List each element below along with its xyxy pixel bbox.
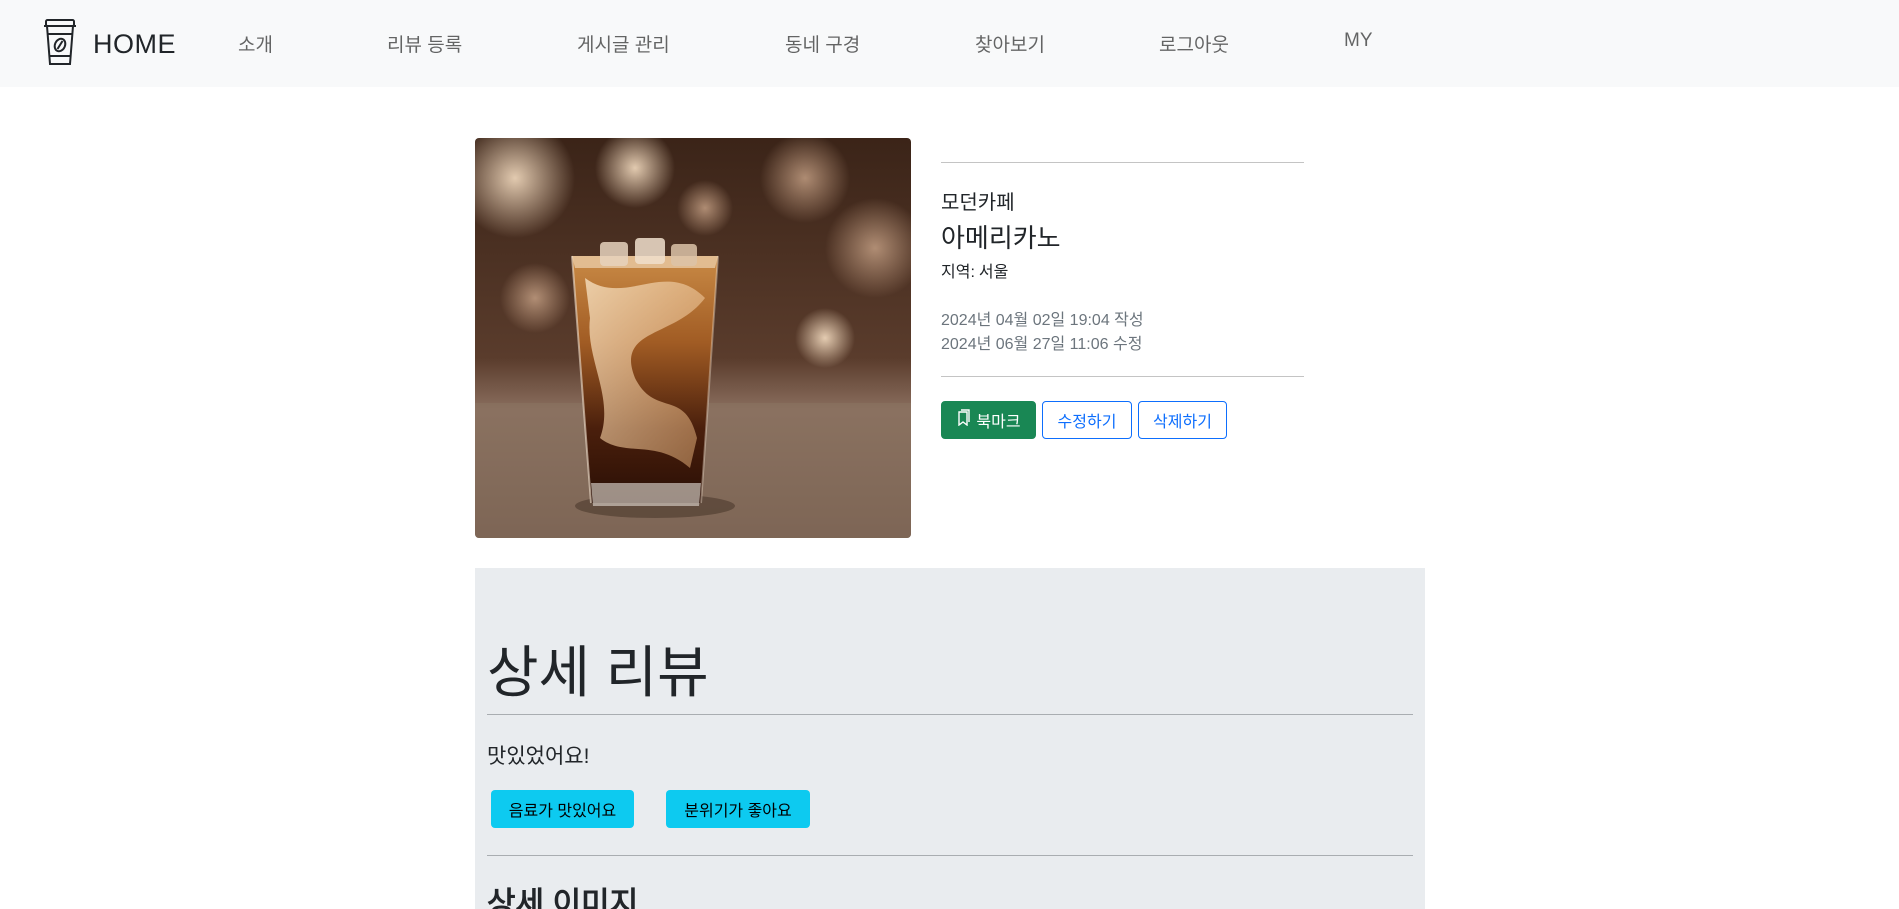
nav-link-explore[interactable]: 찾아보기 [975, 30, 1045, 57]
review-divider [487, 714, 1413, 715]
home-link[interactable]: HOME [43, 18, 176, 71]
nav-link-post-manage[interactable]: 게시글 관리 [577, 30, 670, 57]
bookmark-button[interactable]: 북마크 [941, 401, 1036, 439]
nav-link-neighborhood[interactable]: 동네 구경 [785, 30, 860, 57]
review-tag: 분위기가 좋아요 [666, 790, 810, 828]
modified-date: 2024년 06월 27일 11:06 수정 [941, 336, 1143, 353]
review-tag: 음료가 맛있어요 [491, 790, 634, 828]
bookmark-icon [956, 409, 976, 431]
region-label: 지역: [941, 264, 975, 281]
menu-name: 아메리카노 [941, 223, 1061, 253]
bookmark-label: 북마크 [976, 414, 1021, 431]
region: 지역: 서울 [941, 258, 1008, 282]
top-navbar: HOME 소개 리뷰 등록 게시글 관리 동네 구경 찾아보기 로그아웃 MY [0, 0, 1899, 87]
nav-link-review-register[interactable]: 리뷰 등록 [387, 30, 462, 57]
detail-images-title: 상세 이미지 [487, 886, 639, 909]
detail-images-divider [487, 855, 1413, 856]
nav-link-about[interactable]: 소개 [238, 30, 273, 57]
created-date: 2024년 04월 02일 19:04 작성 [941, 312, 1144, 329]
review-text: 맛있었어요! [487, 745, 590, 768]
review-panel: 상세 리뷰 맛있었어요! 음료가 맛있어요 분위기가 좋아요 상세 이미지 [475, 568, 1425, 909]
store-name: 모던카페 [941, 192, 1015, 214]
product-image [475, 138, 911, 538]
edit-button[interactable]: 수정하기 [1042, 401, 1132, 439]
coffee-cup-icon [43, 18, 77, 71]
info-divider-bottom [941, 376, 1304, 377]
brand-label: HOME [93, 28, 176, 59]
region-value: 서울 [978, 264, 1009, 281]
delete-button[interactable]: 삭제하기 [1138, 401, 1227, 439]
nav-link-my[interactable]: MY [1344, 30, 1373, 52]
nav-link-logout[interactable]: 로그아웃 [1159, 30, 1229, 57]
review-title: 상세 리뷰 [487, 641, 709, 704]
info-divider-top [941, 162, 1304, 163]
